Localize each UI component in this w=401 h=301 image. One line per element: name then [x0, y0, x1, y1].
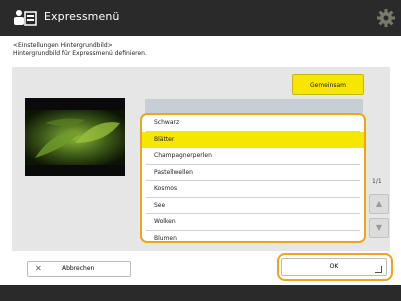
list-item[interactable]: Wolken — [146, 214, 360, 231]
breadcrumb: <Einstellungen Hintergrundbild> Hintergr… — [13, 42, 147, 58]
wallpaper-preview — [25, 98, 125, 176]
list-item[interactable]: Pastellwellen — [146, 165, 360, 181]
chevron-up-icon: ▲ — [375, 199, 383, 208]
list-item[interactable]: Kosmos — [146, 181, 360, 198]
chevron-down-icon: ▼ — [375, 223, 383, 232]
scroll-down-button[interactable]: ▼ — [369, 218, 389, 238]
list-item-selected[interactable]: Blätter — [142, 131, 364, 148]
ok-label: OK — [329, 263, 339, 270]
breadcrumb-description: Hintergrundbild für Expressmenü definier… — [13, 50, 147, 57]
cancel-button[interactable]: ✕ Abbrechen — [27, 261, 131, 277]
ok-button[interactable]: OK — [281, 258, 387, 276]
title-bar: Expressmenü — [0, 0, 401, 36]
bottom-bar — [0, 285, 401, 301]
wallpaper-list: Schwarz Blätter Champagnerperlen Pastell… — [140, 113, 366, 243]
breadcrumb-title: <Einstellungen Hintergrundbild> — [13, 42, 113, 49]
corner-mark-icon — [375, 266, 382, 273]
list-header — [145, 99, 363, 113]
list-item[interactable]: Champagnerperlen — [146, 148, 360, 165]
cancel-label: Abbrechen — [62, 265, 95, 272]
scroll-up-button[interactable]: ▲ — [369, 194, 389, 214]
window-title: Expressmenü — [44, 10, 120, 23]
close-icon: ✕ — [35, 264, 42, 273]
list-item[interactable]: Blumen — [146, 231, 360, 242]
list-item[interactable]: See — [146, 198, 360, 214]
list-item[interactable]: Schwarz — [146, 115, 360, 132]
gear-icon[interactable] — [376, 8, 396, 28]
app-person-icon — [14, 10, 37, 26]
common-button[interactable]: Gemeinsam — [292, 74, 364, 95]
page-indicator: 1/1 — [372, 178, 382, 185]
